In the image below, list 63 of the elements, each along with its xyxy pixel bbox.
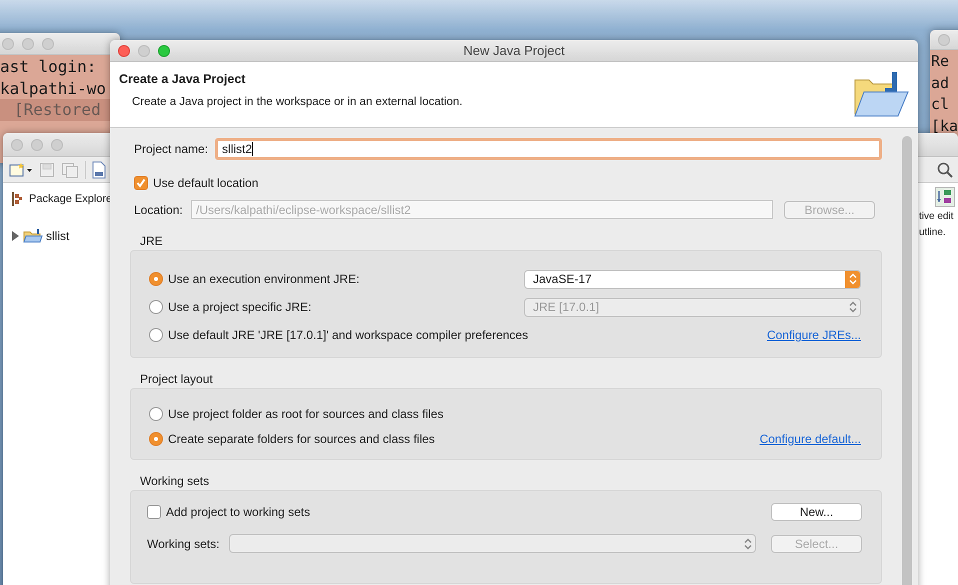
package-explorer-icon bbox=[11, 192, 23, 206]
scrollbar[interactable] bbox=[902, 136, 912, 585]
close-button[interactable] bbox=[118, 44, 130, 56]
checkbox-label[interactable]: Use default location bbox=[153, 174, 258, 192]
checkbox[interactable] bbox=[134, 176, 148, 190]
close-button[interactable] bbox=[938, 34, 950, 46]
view-tab[interactable]: Package Explore bbox=[29, 191, 112, 208]
checkbox[interactable] bbox=[147, 505, 161, 519]
save-icon[interactable] bbox=[39, 162, 55, 178]
zoom-button[interactable] bbox=[51, 138, 63, 150]
search-icon[interactable] bbox=[937, 162, 953, 178]
radio-label[interactable]: Use a project specific JRE: bbox=[168, 298, 312, 316]
terminal-line: cl bbox=[931, 95, 950, 113]
field-label: Working sets: bbox=[147, 536, 220, 552]
outline-message: utline. bbox=[919, 227, 946, 238]
chevrons-icon bbox=[744, 538, 752, 550]
zoom-button[interactable] bbox=[42, 38, 54, 50]
terminal-line: ad bbox=[931, 74, 950, 92]
radio-label[interactable]: Create separate folders for sources and class files bbox=[168, 430, 435, 448]
link[interactable]: Configure default... bbox=[760, 430, 861, 448]
project-folder-icon bbox=[23, 228, 43, 243]
dialog-heading: Create a Java Project bbox=[119, 71, 246, 88]
new-button[interactable]: New... bbox=[771, 503, 862, 521]
checkbox-label[interactable]: Add project to working sets bbox=[166, 503, 310, 521]
radio-button[interactable] bbox=[149, 300, 163, 314]
radio-button[interactable] bbox=[149, 272, 163, 286]
save-all-icon[interactable] bbox=[61, 162, 79, 178]
minimize-button[interactable] bbox=[138, 44, 150, 56]
working-sets-dropdown[interactable] bbox=[229, 534, 756, 553]
terminal-line: [ka bbox=[931, 116, 958, 134]
close-button[interactable] bbox=[2, 38, 14, 50]
terminal-line: [Restored bbox=[14, 100, 101, 119]
field-label: Location: bbox=[134, 202, 184, 218]
radio-label[interactable]: Use default JRE 'JRE [17.0.1]' and workspace compiler preferences bbox=[168, 326, 528, 344]
new-wizard-icon[interactable] bbox=[9, 162, 33, 178]
terminal-line: kalpathi-wo bbox=[0, 78, 106, 98]
chevrons-icon bbox=[848, 273, 856, 285]
dropdown[interactable]: JavaSE-17 bbox=[524, 270, 861, 288]
minimize-button[interactable] bbox=[22, 38, 34, 50]
window-title: New Java Project bbox=[463, 42, 565, 60]
radio-button[interactable] bbox=[149, 432, 163, 446]
group-title: JRE bbox=[140, 234, 163, 248]
tree-item[interactable]: sllist bbox=[3, 208, 73, 244]
sort-icon[interactable] bbox=[935, 187, 955, 207]
group-title: Project layout bbox=[140, 372, 213, 386]
project-name-field[interactable]: sllist2 bbox=[215, 138, 882, 160]
group-title: Working sets bbox=[140, 474, 210, 488]
collapsed-arrow-icon[interactable] bbox=[11, 230, 20, 240]
radio-button[interactable] bbox=[149, 328, 163, 342]
terminal-line: Re bbox=[931, 52, 950, 70]
field-label: Project name: bbox=[134, 141, 208, 158]
radio-label[interactable]: Use project folder as root for sources and class files bbox=[168, 404, 444, 422]
radio-label[interactable]: Use an execution environment JRE: bbox=[168, 270, 360, 288]
binary-file-icon[interactable] bbox=[92, 160, 106, 178]
link[interactable]: Configure JREs... bbox=[766, 326, 861, 344]
dialog-description: Create a Java project in the workspace or in an external location. bbox=[132, 94, 462, 110]
close-button[interactable] bbox=[11, 138, 23, 150]
minimize-button[interactable] bbox=[31, 138, 43, 150]
terminal-line: ast login: bbox=[0, 57, 96, 76]
radio-button[interactable] bbox=[149, 406, 163, 420]
zoom-button[interactable] bbox=[158, 44, 170, 56]
outline-message: tive edit bbox=[919, 211, 954, 222]
chevrons-icon bbox=[848, 301, 856, 313]
